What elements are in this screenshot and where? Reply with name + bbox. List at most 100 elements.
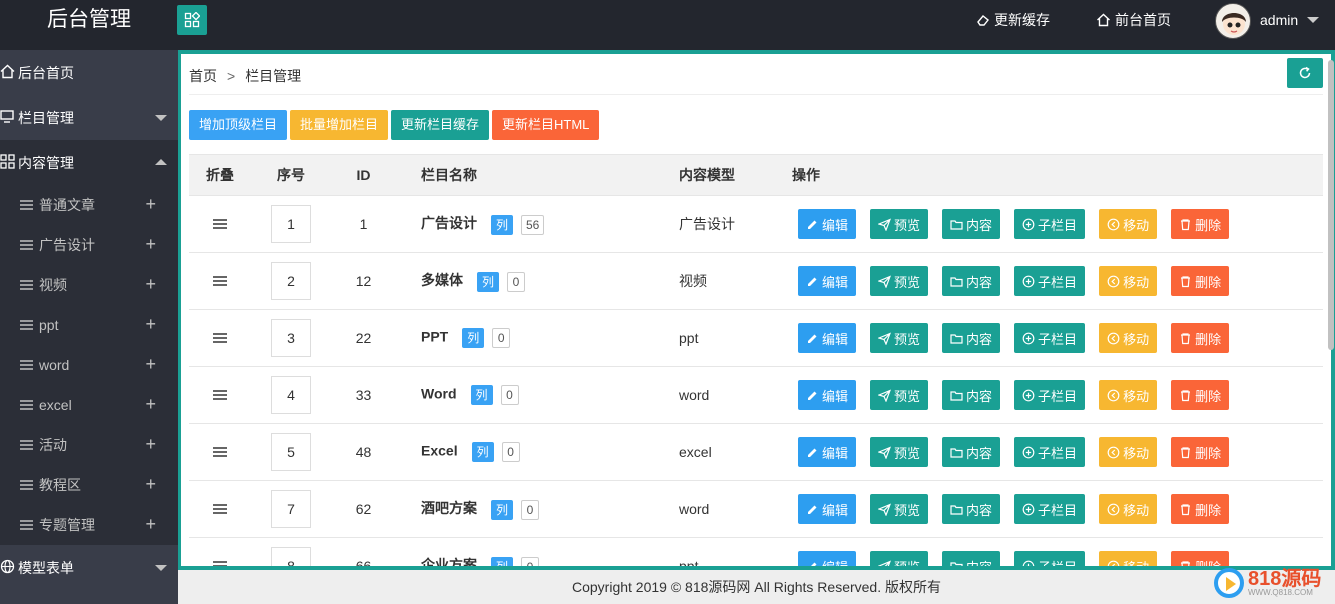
delete-button[interactable]: 删除 <box>1171 380 1230 410</box>
preview-button[interactable]: 预览 <box>870 266 929 296</box>
edit-button[interactable]: 编辑 <box>798 266 857 296</box>
sidebar-item-content-manage[interactable]: 内容管理 <box>0 140 178 185</box>
plus-icon[interactable]: + <box>145 195 156 213</box>
add-top-column-button[interactable]: 增加顶级栏目 <box>189 110 288 140</box>
drag-handle-icon[interactable] <box>213 561 227 566</box>
content-button[interactable]: 内容 <box>942 266 1001 296</box>
plus-icon[interactable]: + <box>145 355 156 373</box>
update-cache-link[interactable]: 更新缓存 <box>976 0 1050 40</box>
avatar[interactable] <box>1215 3 1251 39</box>
order-input[interactable]: 2 <box>271 262 311 300</box>
column-tag-badge[interactable]: 列 <box>491 499 513 520</box>
delete-button[interactable]: 删除 <box>1171 437 1230 467</box>
delete-button[interactable]: 删除 <box>1171 551 1230 566</box>
front-home-link[interactable]: 前台首页 <box>1096 0 1171 40</box>
preview-button[interactable]: 预览 <box>870 551 929 566</box>
update-column-html-button[interactable]: 更新栏目HTML <box>492 110 600 140</box>
edit-button[interactable]: 编辑 <box>798 437 857 467</box>
plus-icon[interactable]: + <box>145 275 156 293</box>
submenu-item[interactable]: 视频 + <box>0 265 178 305</box>
username-label[interactable]: admin <box>1260 0 1298 40</box>
child-button[interactable]: 子栏目 <box>1014 494 1086 524</box>
submenu-item[interactable]: 普通文章 + <box>0 185 178 225</box>
content-button[interactable]: 内容 <box>942 209 1001 239</box>
move-button[interactable]: 移动 <box>1099 437 1158 467</box>
delete-button[interactable]: 删除 <box>1171 266 1230 296</box>
plus-icon[interactable]: + <box>145 475 156 493</box>
submenu-item[interactable]: excel + <box>0 385 178 425</box>
column-tag-badge[interactable]: 列 <box>491 214 513 235</box>
order-input[interactable]: 8 <box>271 547 311 566</box>
submenu-item[interactable]: 专题管理 + <box>0 505 178 545</box>
plus-icon[interactable]: + <box>145 395 156 413</box>
delete-button[interactable]: 删除 <box>1171 323 1230 353</box>
breadcrumb-home[interactable]: 首页 <box>189 68 217 84</box>
content-button[interactable]: 内容 <box>942 551 1001 566</box>
fold-cell[interactable] <box>189 253 251 310</box>
child-button[interactable]: 子栏目 <box>1014 323 1086 353</box>
content-button[interactable]: 内容 <box>942 380 1001 410</box>
child-button[interactable]: 子栏目 <box>1014 266 1086 296</box>
preview-button[interactable]: 预览 <box>870 380 929 410</box>
plus-icon[interactable]: + <box>145 515 156 533</box>
sidebar-toggle-button[interactable] <box>177 5 207 35</box>
drag-handle-icon[interactable] <box>213 447 227 457</box>
column-tag-badge[interactable]: 列 <box>470 385 493 405</box>
submenu-item[interactable]: 广告设计 + <box>0 225 178 265</box>
fold-cell[interactable] <box>189 538 251 566</box>
fold-cell[interactable] <box>189 424 251 481</box>
sidebar-item-model-forms[interactable]: 模型表单 <box>0 545 178 590</box>
column-tag-badge[interactable]: 列 <box>477 271 499 292</box>
edit-button[interactable]: 编辑 <box>798 380 857 410</box>
move-button[interactable]: 移动 <box>1099 323 1158 353</box>
drag-handle-icon[interactable] <box>213 276 227 286</box>
drag-handle-icon[interactable] <box>213 333 227 343</box>
submenu-item[interactable]: word + <box>0 345 178 385</box>
edit-button[interactable]: 编辑 <box>798 551 857 566</box>
fold-cell[interactable] <box>189 310 251 367</box>
content-button[interactable]: 内容 <box>942 494 1001 524</box>
drag-handle-icon[interactable] <box>213 219 227 229</box>
child-button[interactable]: 子栏目 <box>1014 380 1086 410</box>
drag-handle-icon[interactable] <box>213 390 227 400</box>
plus-icon[interactable]: + <box>145 315 156 333</box>
order-input[interactable]: 5 <box>271 433 311 471</box>
move-button[interactable]: 移动 <box>1099 380 1158 410</box>
user-menu-caret-icon[interactable] <box>1307 17 1319 23</box>
edit-button[interactable]: 编辑 <box>798 209 857 239</box>
plus-icon[interactable]: + <box>145 235 156 253</box>
fold-cell[interactable] <box>189 481 251 538</box>
fold-cell[interactable] <box>189 196 251 253</box>
submenu-item[interactable]: 教程区 + <box>0 465 178 505</box>
submenu-item[interactable]: 活动 + <box>0 425 178 465</box>
column-tag-badge[interactable]: 列 <box>462 328 485 348</box>
sidebar-item-column-manage[interactable]: 栏目管理 <box>0 95 178 140</box>
plus-icon[interactable]: + <box>145 435 156 453</box>
sidebar-item-dashboard[interactable]: 后台首页 <box>0 50 178 95</box>
delete-button[interactable]: 删除 <box>1171 209 1230 239</box>
preview-button[interactable]: 预览 <box>870 209 929 239</box>
move-button[interactable]: 移动 <box>1099 494 1158 524</box>
update-column-cache-button[interactable]: 更新栏目缓存 <box>391 110 490 140</box>
order-input[interactable]: 3 <box>271 319 311 357</box>
column-tag-badge[interactable]: 列 <box>491 556 513 566</box>
content-button[interactable]: 内容 <box>942 437 1001 467</box>
fold-cell[interactable] <box>189 367 251 424</box>
content-button[interactable]: 内容 <box>942 323 1001 353</box>
column-tag-badge[interactable]: 列 <box>471 442 494 462</box>
batch-add-column-button[interactable]: 批量增加栏目 <box>290 110 389 140</box>
order-input[interactable]: 1 <box>271 205 311 243</box>
refresh-button[interactable] <box>1287 58 1323 88</box>
preview-button[interactable]: 预览 <box>870 437 929 467</box>
preview-button[interactable]: 预览 <box>870 494 929 524</box>
child-button[interactable]: 子栏目 <box>1014 209 1086 239</box>
move-button[interactable]: 移动 <box>1099 266 1158 296</box>
page-scrollbar[interactable] <box>1328 60 1334 350</box>
move-button[interactable]: 移动 <box>1099 209 1158 239</box>
delete-button[interactable]: 删除 <box>1171 494 1230 524</box>
submenu-item[interactable]: ppt + <box>0 305 178 345</box>
move-button[interactable]: 移动 <box>1099 551 1158 566</box>
order-input[interactable]: 7 <box>271 490 311 528</box>
child-button[interactable]: 子栏目 <box>1014 437 1086 467</box>
edit-button[interactable]: 编辑 <box>798 494 857 524</box>
